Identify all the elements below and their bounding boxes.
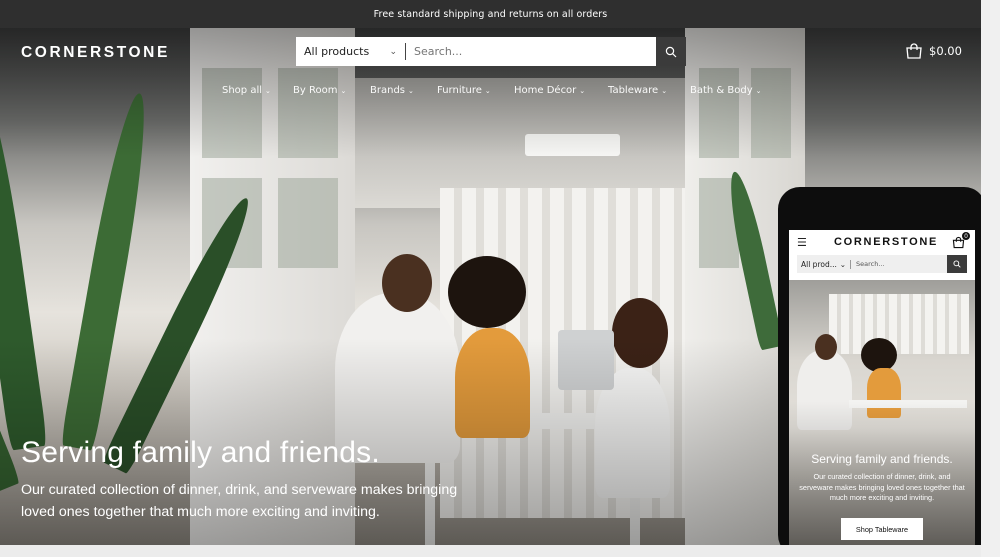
mobile-category-value: All prod... bbox=[801, 259, 837, 269]
chevron-down-icon: ⌄ bbox=[408, 86, 414, 95]
nav-item-shop-all[interactable]: Shop all ⌄ bbox=[222, 85, 271, 96]
search-button[interactable] bbox=[656, 37, 686, 66]
mobile-hero-subtitle: Our curated collection of dinner, drink,… bbox=[799, 472, 965, 502]
search-icon bbox=[953, 260, 961, 268]
chevron-down-icon: ⌄ bbox=[661, 86, 668, 95]
chevron-down-icon: ⌄ bbox=[579, 86, 586, 95]
nav-label: Bath & Body bbox=[690, 85, 753, 96]
hero-overlay bbox=[789, 280, 975, 550]
search-input[interactable] bbox=[406, 38, 656, 65]
search-bar: All products ⌄ bbox=[296, 37, 686, 66]
hero-title: Serving family and friends. bbox=[21, 436, 380, 469]
hamburger-menu-icon[interactable]: ☰ bbox=[797, 236, 807, 249]
chevron-down-icon: ⌄ bbox=[389, 46, 397, 57]
nav-label: By Room bbox=[293, 85, 338, 96]
nav-label: Shop all bbox=[222, 85, 263, 96]
nav-item-by-room[interactable]: By Room ⌄ bbox=[293, 85, 346, 96]
mobile-hero-title: Serving family and friends. bbox=[811, 452, 953, 466]
cart-button[interactable]: $0.00 bbox=[905, 42, 962, 60]
store-logo[interactable]: CORNERSTONE bbox=[21, 44, 170, 62]
mobile-hero-banner: Serving family and friends. Our curated … bbox=[789, 280, 975, 550]
chevron-down-icon: ⌄ bbox=[340, 86, 347, 95]
mobile-screen: ☰ CORNERSTONE 0 All prod... ⌄ Search... S… bbox=[789, 230, 975, 550]
vertical-scrollbar[interactable] bbox=[981, 0, 1000, 557]
nav-item-home-decor[interactable]: Home Décor ⌄ bbox=[514, 85, 585, 96]
shop-tableware-button[interactable]: Shop Tableware bbox=[841, 518, 923, 540]
nav-label: Tableware bbox=[608, 85, 659, 96]
search-icon bbox=[665, 46, 677, 57]
nav-item-bath-body[interactable]: Bath & Body ⌄ bbox=[690, 85, 762, 96]
mobile-store-logo[interactable]: CORNERSTONE bbox=[834, 236, 938, 248]
nav-item-brands[interactable]: Brands ⌄ bbox=[370, 85, 414, 96]
mobile-search-button[interactable] bbox=[947, 255, 967, 273]
mobile-search-bar: All prod... ⌄ Search... bbox=[797, 255, 967, 273]
chevron-down-icon: ⌄ bbox=[755, 86, 762, 95]
cart-count-badge: 0 bbox=[962, 232, 970, 240]
mobile-category-select[interactable]: All prod... ⌄ bbox=[797, 259, 851, 269]
mobile-preview-device: ☰ CORNERSTONE 0 All prod... ⌄ Search... S… bbox=[778, 187, 986, 557]
chevron-down-icon: ⌄ bbox=[265, 86, 271, 95]
nav-label: Furniture bbox=[437, 85, 482, 96]
category-select-value: All products bbox=[304, 45, 370, 58]
nav-label: Home Décor bbox=[514, 85, 577, 96]
category-select[interactable]: All products ⌄ bbox=[296, 43, 406, 60]
nav-item-furniture[interactable]: Furniture ⌄ bbox=[437, 85, 491, 96]
nav-label: Brands bbox=[370, 85, 405, 96]
horizontal-scrollbar[interactable] bbox=[0, 545, 981, 557]
announcement-text: Free standard shipping and returns on al… bbox=[373, 8, 608, 20]
nav-item-tableware[interactable]: Tableware ⌄ bbox=[608, 85, 667, 96]
announcement-bar: Free standard shipping and returns on al… bbox=[0, 0, 981, 28]
shopping-bag-icon bbox=[906, 43, 922, 59]
chevron-down-icon: ⌄ bbox=[484, 86, 491, 95]
chevron-down-icon: ⌄ bbox=[839, 259, 846, 269]
mobile-search-input[interactable]: Search... bbox=[851, 260, 947, 268]
cart-total: $0.00 bbox=[929, 44, 962, 58]
hero-subtitle: Our curated collection of dinner, drink,… bbox=[21, 482, 458, 520]
